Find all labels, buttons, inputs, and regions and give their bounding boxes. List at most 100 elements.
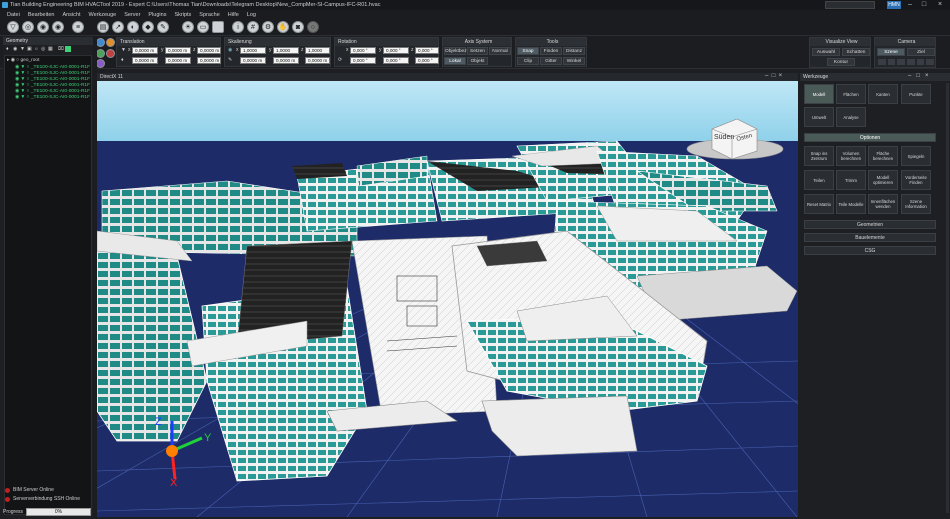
scale-x2[interactable]: 0,0000 m — [240, 57, 266, 64]
3d-viewport[interactable]: Süden Osten Z Y X — [97, 81, 798, 517]
split-models-button[interactable]: Teile Modelle — [836, 194, 866, 214]
translation-z2[interactable]: 0,0000 m — [197, 57, 221, 64]
mirror-button[interactable]: Spiegeln — [901, 146, 931, 166]
finden-button[interactable]: Finden — [540, 47, 562, 55]
add-icon[interactable] — [65, 46, 71, 52]
optionen-bar[interactable]: Optionen — [804, 133, 936, 142]
tree-item[interactable]: ◉ ▼ ○ _TE100-SJC-AI0-0001-R1F — [15, 95, 90, 101]
menu-plugins[interactable]: Plugins — [148, 12, 166, 18]
sun-icon[interactable]: ☀ — [182, 21, 194, 33]
flip-inner-button[interactable]: Innenflächen wenden — [868, 194, 898, 214]
reset-matrix-button[interactable]: Reset Matrix — [804, 194, 834, 214]
filter-icon[interactable]: ▼ — [20, 46, 25, 53]
scale-lock-icon[interactable]: ◉ — [228, 47, 232, 54]
translation-z[interactable]: 0,0000 m — [197, 47, 221, 54]
translation-y[interactable]: 0,0000 m — [165, 47, 191, 54]
scale-y2[interactable]: 0,0000 m — [273, 57, 299, 64]
eye-icon[interactable]: ◉ — [13, 46, 17, 53]
ziel-button[interactable]: Ziel — [907, 48, 935, 56]
layers-icon[interactable]: ≡ — [72, 21, 84, 33]
save-icon[interactable]: ◉ — [37, 21, 49, 33]
grid-icon[interactable]: ▦ — [48, 46, 53, 53]
geometrien-section[interactable]: Geometrien — [804, 220, 936, 229]
preset-3[interactable] — [897, 59, 906, 65]
new-file-icon[interactable]: ▽ — [7, 21, 19, 33]
scale-y[interactable]: 1,0000 — [273, 47, 299, 54]
tab-flaechen[interactable]: Flächen — [836, 84, 866, 104]
objekt-button[interactable]: Objekt — [467, 57, 488, 65]
snap-center-button[interactable]: Snap ins Zentrum — [804, 146, 834, 166]
normal-button[interactable]: Normal — [489, 47, 511, 55]
open-icon[interactable]: ◎ — [22, 21, 34, 33]
tab-kanten[interactable]: Kanten — [868, 84, 898, 104]
rotation-z[interactable]: 0,000 ° — [415, 47, 439, 54]
clip-button[interactable]: Clip — [517, 57, 539, 65]
menu-werkzeuge[interactable]: Werkzeuge — [89, 12, 117, 18]
print-icon[interactable]: ▭ — [197, 21, 209, 33]
preset-1[interactable] — [878, 59, 886, 65]
preset-2[interactable] — [887, 59, 896, 65]
color-icon[interactable] — [96, 59, 105, 68]
area-button[interactable]: Fläche berechnen — [868, 146, 898, 166]
auswahl-button[interactable]: Auswahl — [812, 48, 840, 56]
volume-button[interactable]: Volumen berechnen — [836, 146, 866, 166]
target-icon[interactable]: ◎ — [41, 46, 45, 53]
bauelemente-section[interactable]: Bauelemente — [804, 233, 936, 242]
trim-button[interactable]: Trimm — [836, 170, 866, 190]
minimize-icon[interactable]: – — [904, 0, 916, 10]
close-icon[interactable]: × — [925, 73, 929, 79]
document-icon[interactable]: ▤ — [97, 21, 109, 33]
maximize-icon[interactable]: □ — [772, 73, 776, 79]
objektbezug-button[interactable]: Objektbezug — [444, 47, 472, 55]
pin-icon[interactable] — [106, 49, 115, 58]
scale-z2[interactable]: 0,0000 m — [305, 57, 330, 64]
menu-bearbeiten[interactable]: Bearbeiten — [28, 12, 55, 18]
render-icon[interactable]: ◆ — [142, 21, 154, 33]
find-front-button[interactable]: Vorderseite Finden — [901, 170, 931, 190]
scale-icon[interactable] — [96, 49, 105, 58]
scale-x[interactable]: 1,0000 — [240, 47, 266, 54]
lokal-button[interactable]: Lokal — [444, 57, 466, 65]
csg-section[interactable]: CSG — [804, 246, 936, 255]
schatten-button[interactable]: Schatten — [842, 48, 870, 56]
gitter-button[interactable]: Gitter — [540, 57, 562, 65]
geometry-tree[interactable]: ▸ ◉ ○ geo_root ◉ ▼ ○ _TE100-SJC-AI0-0001… — [4, 55, 92, 515]
setzen-button[interactable]: Setzen — [467, 47, 488, 55]
rotate-icon[interactable] — [106, 38, 115, 47]
preset-5[interactable] — [916, 59, 925, 65]
window-icon[interactable] — [212, 21, 224, 33]
tree-root[interactable]: ▸ ◉ ○ geo_root — [7, 58, 39, 64]
minimize-icon[interactable]: – — [765, 73, 768, 79]
maximize-icon[interactable]: □ — [916, 73, 920, 79]
trash-icon[interactable]: ⌧ — [58, 46, 64, 53]
szene-button[interactable]: Szene — [877, 48, 905, 56]
bulb-icon[interactable]: ♦ — [6, 46, 9, 53]
translation-x[interactable]: 0,0000 m — [132, 47, 158, 54]
rotation-y2[interactable]: 0,000 ° — [383, 57, 409, 64]
settings-icon[interactable]: ◉ — [52, 21, 64, 33]
rotation-y[interactable]: 0,000 ° — [383, 47, 409, 54]
menu-hilfe[interactable]: Hilfe — [228, 12, 239, 18]
translation-y2[interactable]: 0,0000 m — [165, 57, 191, 64]
menu-server[interactable]: Server — [124, 12, 140, 18]
menu-sprache[interactable]: Sprache — [199, 12, 220, 18]
user-badge[interactable]: HMN — [887, 1, 901, 9]
menu-skripts[interactable]: Skripts — [174, 12, 191, 18]
edit-icon[interactable]: ✎ — [157, 21, 169, 33]
lock-icon[interactable]: ▣ — [27, 46, 32, 53]
optimize-button[interactable]: Modell optimieren — [868, 170, 898, 190]
rotation-z2[interactable]: 0,000 ° — [415, 57, 439, 64]
scale-z[interactable]: 1,0000 — [305, 47, 330, 54]
winkel-button[interactable]: Winkel — [563, 57, 585, 65]
rotation-x[interactable]: 0,000 ° — [350, 47, 376, 54]
maximize-icon[interactable]: □ — [918, 0, 930, 10]
rotation-x2[interactable]: 0,000 ° — [350, 57, 376, 64]
distanz-button[interactable]: Distanz — [563, 47, 585, 55]
menu-log[interactable]: Log — [247, 12, 256, 18]
kontur-button[interactable]: Kontur — [827, 58, 855, 66]
calculator-icon[interactable]: # — [247, 21, 259, 33]
menu-ansicht[interactable]: Ansicht — [62, 12, 80, 18]
rotate-tool-icon[interactable]: ⟳ — [338, 57, 342, 64]
edit-icon[interactable]: ✎ — [228, 57, 232, 64]
close-icon[interactable]: × — [934, 0, 946, 10]
